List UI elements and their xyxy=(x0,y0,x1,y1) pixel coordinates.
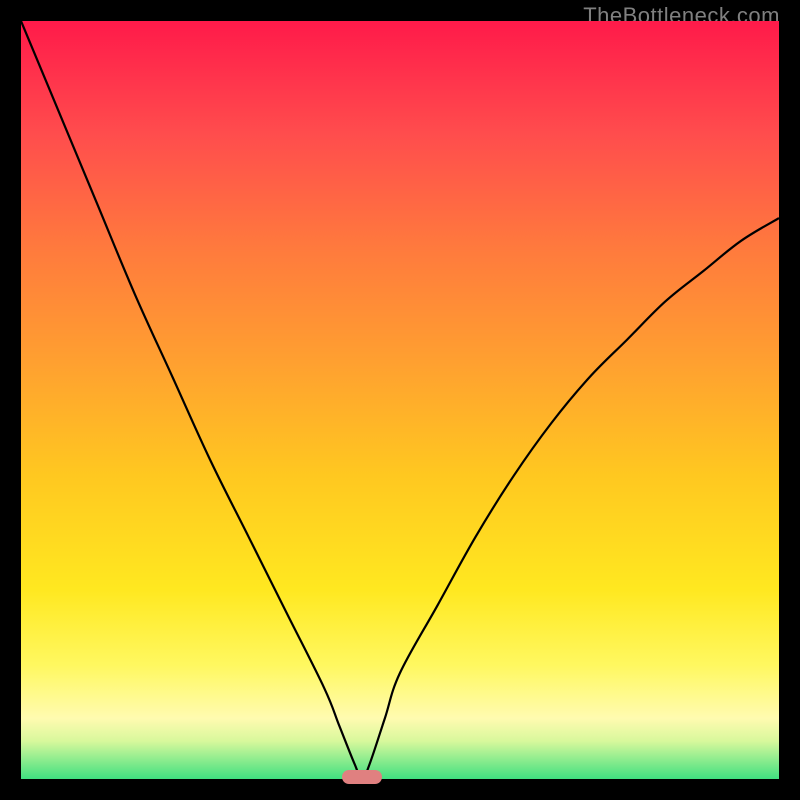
plot-area xyxy=(21,21,779,779)
bottleneck-curve-path xyxy=(21,21,779,779)
optimal-marker-pill xyxy=(342,770,382,784)
chart-container: TheBottleneck.com xyxy=(0,0,800,800)
bottleneck-line-svg xyxy=(21,21,779,779)
